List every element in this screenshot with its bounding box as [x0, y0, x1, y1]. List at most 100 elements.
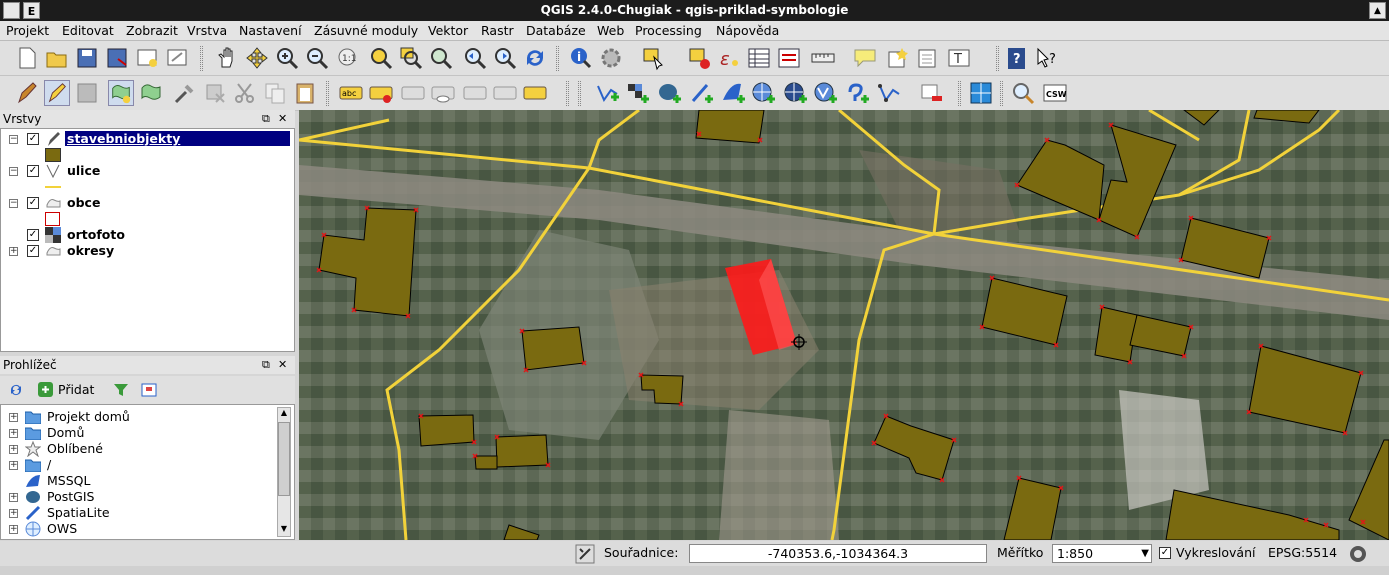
remove-layer-icon[interactable]	[918, 80, 944, 106]
layer-row-ulice[interactable]: − ✓ ulice	[1, 163, 294, 179]
expand-icon[interactable]: +	[9, 509, 18, 518]
save-layer-edits-icon[interactable]	[74, 80, 100, 106]
label-move-icon[interactable]	[462, 80, 488, 106]
cut-features-icon[interactable]	[232, 80, 258, 106]
chevron-down-icon[interactable]: ▼	[1141, 545, 1149, 562]
collapse-icon[interactable]: −	[9, 167, 18, 176]
close-panel-icon[interactable]: ✕	[278, 110, 287, 128]
layer-row-ortofoto[interactable]: ✓ ortofoto	[1, 227, 294, 243]
menu-vektor[interactable]: Vektor	[428, 23, 468, 38]
save-project-icon[interactable]	[74, 45, 100, 71]
layer-name[interactable]: ortofoto	[67, 227, 125, 242]
map-canvas[interactable]	[299, 110, 1389, 540]
copy-features-icon[interactable]	[262, 80, 288, 106]
paste-features-icon[interactable]	[292, 80, 318, 106]
menu-projekt[interactable]: Projekt	[6, 23, 49, 38]
node-tool-icon[interactable]	[172, 80, 198, 106]
georeferencer-icon[interactable]	[968, 80, 994, 106]
browser-scrollbar[interactable]: ▲ ▼	[277, 407, 291, 537]
layer-name[interactable]: okresy	[67, 243, 114, 258]
label-show-hide-icon[interactable]	[430, 80, 456, 106]
add-wfs-layer-icon[interactable]	[812, 80, 838, 106]
label-highlight-icon[interactable]	[400, 80, 426, 106]
label-pin-icon[interactable]	[368, 80, 394, 106]
whats-this-icon[interactable]: ?	[1034, 45, 1060, 71]
identify-icon[interactable]: i	[568, 45, 594, 71]
collapse-icon[interactable]: −	[9, 135, 18, 144]
expand-icon[interactable]: +	[9, 445, 18, 454]
zoom-to-layer-icon[interactable]	[428, 45, 454, 71]
move-feature-icon[interactable]	[138, 80, 164, 106]
menu-nastaveni[interactable]: Nastavení	[239, 23, 302, 38]
expand-icon[interactable]: +	[9, 413, 18, 422]
add-postgis-layer-icon[interactable]	[656, 80, 682, 106]
layer-visibility-checkbox[interactable]: ✓	[27, 245, 39, 257]
zoom-out-icon[interactable]	[304, 45, 330, 71]
menu-vrstva[interactable]: Vrstva	[187, 23, 227, 38]
expand-icon[interactable]: +	[9, 493, 18, 502]
current-edits-icon[interactable]	[14, 80, 40, 106]
expand-icon[interactable]: +	[9, 247, 18, 256]
menu-zobrazit[interactable]: Zobrazit	[126, 23, 178, 38]
layer-visibility-checkbox[interactable]: ✓	[27, 133, 39, 145]
add-feature-icon[interactable]	[108, 80, 134, 106]
collapse-all-icon[interactable]	[141, 382, 157, 398]
filter-icon[interactable]	[113, 382, 129, 398]
field-calculator-icon[interactable]	[776, 45, 802, 71]
add-mssql-layer-icon[interactable]	[720, 80, 746, 106]
new-shapefile-icon[interactable]	[876, 80, 902, 106]
expand-icon[interactable]: +	[9, 429, 18, 438]
zoom-full-icon[interactable]	[368, 45, 394, 71]
add-delimited-text-icon[interactable]	[844, 80, 870, 106]
menu-rastr[interactable]: Rastr	[481, 23, 514, 38]
expression-select-icon[interactable]: ε	[716, 45, 742, 71]
layer-visibility-checkbox[interactable]: ✓	[27, 229, 39, 241]
delete-selected-icon[interactable]	[202, 80, 228, 106]
menu-databaze[interactable]: Databáze	[526, 23, 586, 38]
coordinate-toggle-icon[interactable]	[575, 544, 595, 564]
composer-manager-icon[interactable]	[164, 45, 190, 71]
new-print-composer-icon[interactable]	[134, 45, 160, 71]
scroll-up-icon[interactable]: ▲	[279, 408, 289, 420]
close-panel-icon[interactable]: ✕	[278, 356, 287, 374]
coordinate-field[interactable]: -740353.6,-1034364.3	[689, 544, 987, 563]
menu-zasuvne-moduly[interactable]: Zásuvné moduly	[314, 23, 418, 38]
add-wms-layer-icon[interactable]	[750, 80, 776, 106]
measure-icon[interactable]	[810, 45, 836, 71]
help-contents-icon[interactable]: ?	[1004, 45, 1030, 71]
float-panel-icon[interactable]: ⧉	[262, 110, 270, 128]
float-panel-icon[interactable]: ⧉	[262, 356, 270, 374]
layer-row-okresy[interactable]: + ✓ okresy	[1, 243, 294, 259]
pan-to-selection-icon[interactable]	[244, 45, 270, 71]
refresh-icon[interactable]	[8, 382, 24, 398]
add-vector-layer-icon[interactable]	[594, 80, 620, 106]
deselect-icon[interactable]	[686, 45, 712, 71]
add-raster-layer-icon[interactable]	[624, 80, 650, 106]
crs-status[interactable]: EPSG:5514	[1268, 544, 1337, 563]
layer-row-obce[interactable]: − ✓ obce	[1, 195, 294, 211]
zoom-actual-size-icon[interactable]: 1:1	[334, 45, 360, 71]
menu-napoveda[interactable]: Nápověda	[716, 23, 779, 38]
label-rotate-icon[interactable]	[492, 80, 518, 106]
map-tips-icon[interactable]	[852, 45, 878, 71]
label-properties-icon[interactable]	[522, 80, 548, 106]
expand-icon[interactable]: +	[9, 525, 18, 534]
window-shade-button[interactable]: ▲	[1369, 2, 1386, 19]
menu-editovat[interactable]: Editovat	[62, 23, 114, 38]
layer-visibility-checkbox[interactable]: ✓	[27, 197, 39, 209]
csw-icon[interactable]: CSW	[1042, 80, 1068, 106]
show-bookmarks-icon[interactable]	[914, 45, 940, 71]
add-spatialite-layer-icon[interactable]	[688, 80, 714, 106]
scrollbar-thumb[interactable]	[278, 422, 290, 496]
layer-row-stavebniobjekty[interactable]: − ✓ stavebniobjekty	[1, 131, 294, 147]
zoom-next-icon[interactable]	[492, 45, 518, 71]
add-wcs-layer-icon[interactable]	[782, 80, 808, 106]
attribute-table-icon[interactable]	[746, 45, 772, 71]
orthophoto-map[interactable]	[299, 110, 1389, 540]
pan-icon[interactable]	[214, 45, 240, 71]
layer-labeling-icon[interactable]: abc	[338, 80, 364, 106]
menu-web[interactable]: Web	[597, 23, 624, 38]
open-project-icon[interactable]	[44, 45, 70, 71]
scale-combobox[interactable]: 1:850 ▼	[1052, 544, 1152, 563]
new-bookmark-icon[interactable]	[884, 45, 910, 71]
